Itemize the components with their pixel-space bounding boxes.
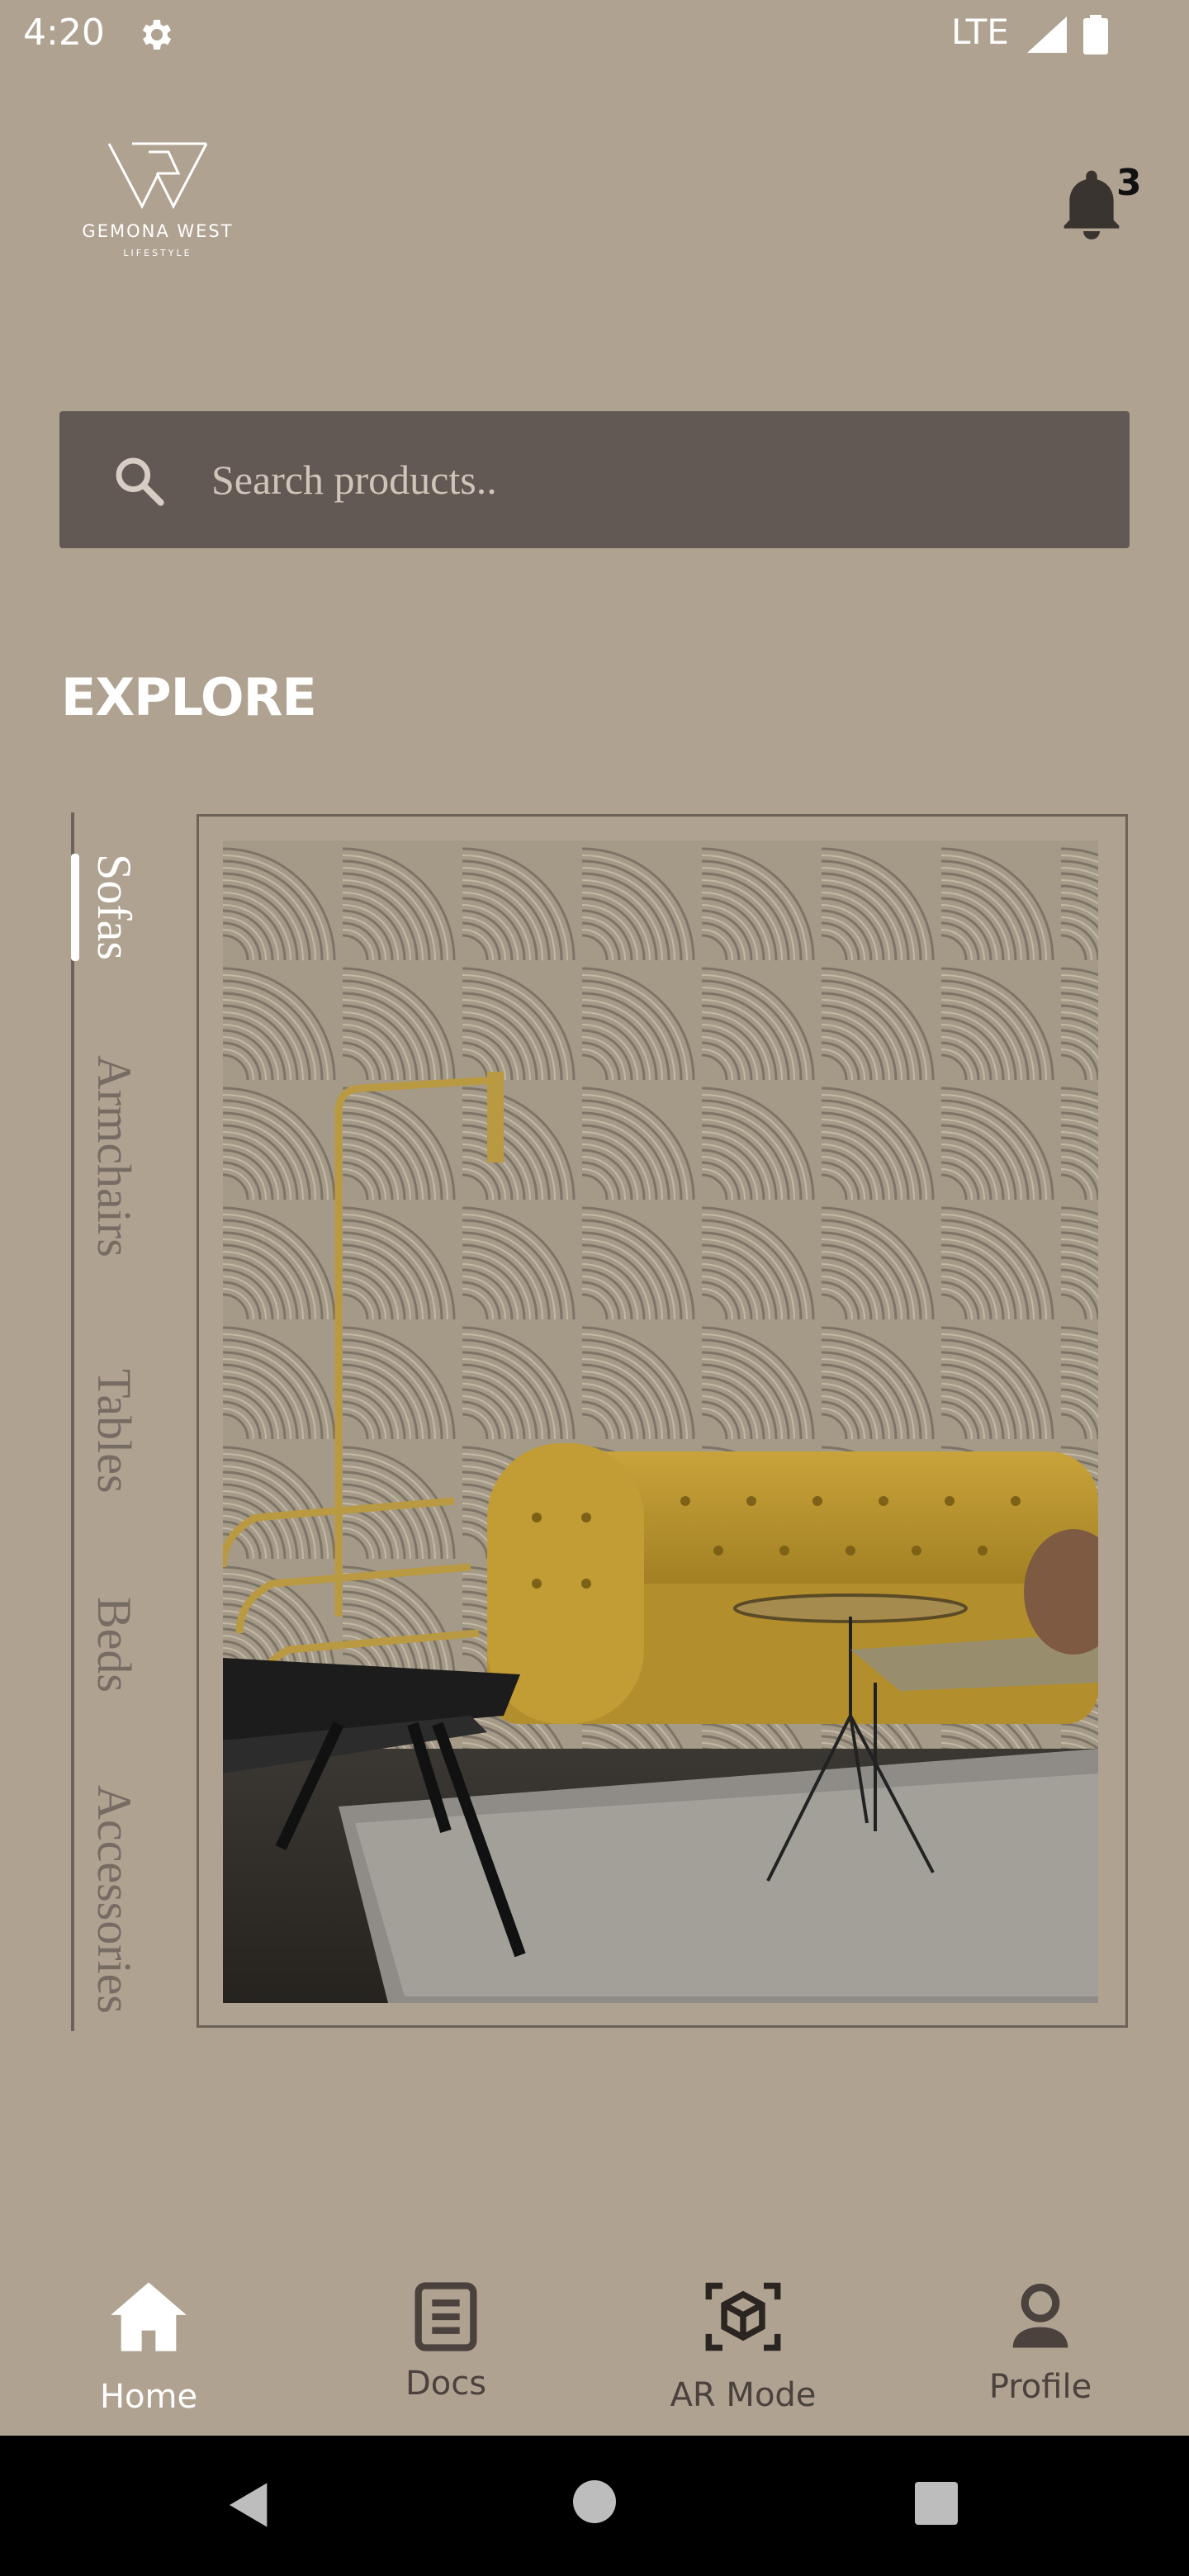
docs-icon: [414, 2282, 477, 2351]
sofa-scene-image: [223, 841, 1098, 2003]
notification-count-badge: 3: [1116, 162, 1142, 204]
nav-profile[interactable]: Profile: [933, 2262, 1148, 2427]
nav-home-label: Home: [99, 2378, 198, 2416]
notification-bell-icon[interactable]: [1059, 165, 1125, 239]
brand-name: GEMONA WEST: [82, 221, 234, 241]
product-image[interactable]: [223, 841, 1098, 2003]
home-button-icon[interactable]: [573, 2480, 616, 2523]
nav-ar-mode[interactable]: AR Mode: [636, 2262, 850, 2427]
network-type: LTE: [951, 12, 1009, 52]
active-category-indicator: [71, 854, 79, 961]
nav-ar-mode-label: AR Mode: [670, 2376, 817, 2414]
battery-icon: [1083, 15, 1108, 54]
signal-icon: [1027, 17, 1067, 53]
category-accessories[interactable]: Accessories: [87, 1785, 142, 2014]
home-icon: [111, 2282, 187, 2351]
search-input[interactable]: [211, 444, 1087, 515]
nav-docs-label: Docs: [405, 2365, 487, 2403]
ar-cube-icon: [705, 2282, 781, 2351]
nav-docs[interactable]: Docs: [339, 2262, 553, 2427]
category-sofas[interactable]: Sofas: [87, 854, 142, 960]
system-navigation-bar: [0, 2436, 1189, 2576]
section-title: EXPLORE: [61, 667, 317, 727]
nav-profile-label: Profile: [988, 2368, 1092, 2406]
category-armchairs[interactable]: Armchairs: [87, 1055, 142, 1257]
recents-icon[interactable]: [915, 2482, 958, 2525]
brand-logo: GEMONA WEST LIFESTYLE: [71, 140, 244, 264]
category-beds[interactable]: Beds: [87, 1597, 142, 1693]
status-time: 4:20: [23, 12, 105, 54]
back-icon[interactable]: [223, 2479, 276, 2531]
logo-mark-icon: [107, 142, 208, 210]
search-bar[interactable]: [59, 411, 1130, 548]
category-tables[interactable]: Tables: [87, 1369, 142, 1494]
category-rail: [71, 812, 74, 2031]
search-icon: [116, 457, 164, 506]
settings-gear-icon: [142, 20, 172, 50]
nav-home[interactable]: Home: [41, 2262, 256, 2427]
brand-subtitle: LIFESTYLE: [123, 248, 192, 258]
profile-icon: [1012, 2284, 1068, 2348]
